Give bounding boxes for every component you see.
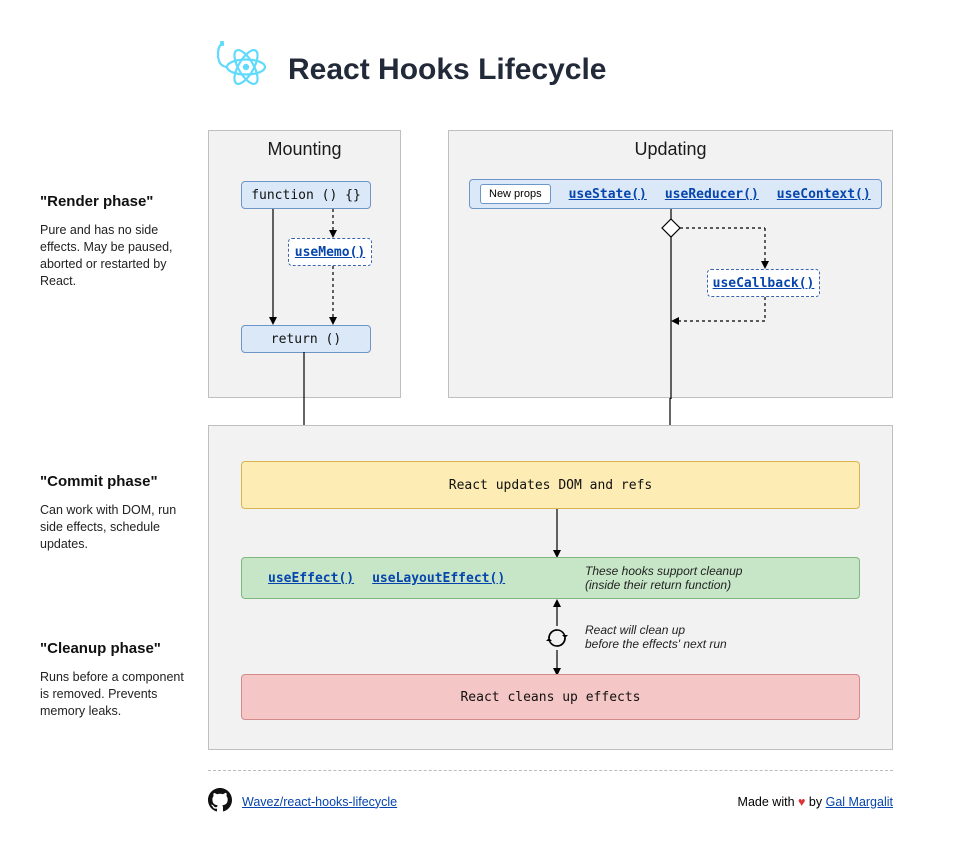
page-title: React Hooks Lifecycle <box>288 53 606 87</box>
node-react-cleans: React cleans up effects <box>241 674 860 720</box>
phase-cleanup: "Cleanup phase" Runs before a component … <box>40 640 195 720</box>
phase-cleanup-desc: Runs before a component is removed. Prev… <box>40 669 195 720</box>
link-useeffect[interactable]: useEffect() <box>268 571 354 586</box>
link-author[interactable]: Gal Margalit <box>826 795 893 809</box>
note-effects-cleanup-1: These hooks support cleanup <box>585 564 742 578</box>
note-effects-cleanup: These hooks support cleanup (inside thei… <box>585 564 742 592</box>
footer-divider <box>208 770 893 771</box>
chip-new-props: New props <box>480 184 551 204</box>
phase-cleanup-title: "Cleanup phase" <box>40 640 195 657</box>
github-icon <box>208 788 232 815</box>
link-usecallback[interactable]: useCallback() <box>713 276 815 291</box>
phase-commit: "Commit phase" Can work with DOM, run si… <box>40 473 195 553</box>
phase-render: "Render phase" Pure and has no side effe… <box>40 193 195 290</box>
node-react-updates-dom: React updates DOM and refs <box>241 461 860 509</box>
phase-render-desc: Pure and has no side effects. May be pau… <box>40 222 195 290</box>
phase-commit-title: "Commit phase" <box>40 473 195 490</box>
link-usecontext[interactable]: useContext() <box>777 187 871 202</box>
note-cycle-2: before the effects' next run <box>585 637 727 651</box>
link-repo[interactable]: Wavez/react-hooks-lifecycle <box>242 795 397 809</box>
note-cycle: React will clean up before the effects' … <box>585 623 727 651</box>
header: React Hooks Lifecycle <box>210 40 606 99</box>
panel-mounting: Mounting function () {} useMemo() return… <box>208 130 401 398</box>
node-usecallback[interactable]: useCallback() <box>707 269 820 297</box>
phase-commit-desc: Can work with DOM, run side effects, sch… <box>40 502 195 553</box>
update-sources-bar: New props useState() useReducer() useCon… <box>469 179 882 209</box>
note-cycle-1: React will clean up <box>585 623 727 637</box>
node-react-updates-dom-text: React updates DOM and refs <box>449 478 653 493</box>
link-usereducer[interactable]: useReducer() <box>665 187 759 202</box>
footer-made-with: Made with <box>738 795 795 809</box>
node-return: return () <box>241 325 371 353</box>
node-return-text: return () <box>271 332 341 347</box>
link-usememo[interactable]: useMemo() <box>295 245 365 260</box>
phase-render-title: "Render phase" <box>40 193 195 210</box>
react-logo-icon <box>210 40 270 99</box>
heart-icon: ♥ <box>798 795 805 809</box>
node-function: function () {} <box>241 181 371 209</box>
note-effects-cleanup-2: (inside their return function) <box>585 578 742 592</box>
footer: Wavez/react-hooks-lifecycle Made with ♥ … <box>208 788 893 815</box>
node-usememo[interactable]: useMemo() <box>288 238 372 266</box>
cycle-icon <box>545 626 569 650</box>
link-usestate[interactable]: useState() <box>569 187 647 202</box>
link-uselayouteffect[interactable]: useLayoutEffect() <box>372 571 505 586</box>
node-function-text: function () {} <box>251 188 361 203</box>
node-effects: useEffect() useLayoutEffect() <box>241 557 860 599</box>
panel-mounting-title: Mounting <box>209 131 400 170</box>
panel-commit-cleanup: React updates DOM and refs useEffect() u… <box>208 425 893 750</box>
footer-by: by <box>809 795 822 809</box>
footer-credits: Made with ♥ by Gal Margalit <box>738 795 893 809</box>
panel-updating: Updating New props useState() useReducer… <box>448 130 893 398</box>
panel-updating-title: Updating <box>449 131 892 170</box>
node-react-cleans-text: React cleans up effects <box>460 690 640 705</box>
